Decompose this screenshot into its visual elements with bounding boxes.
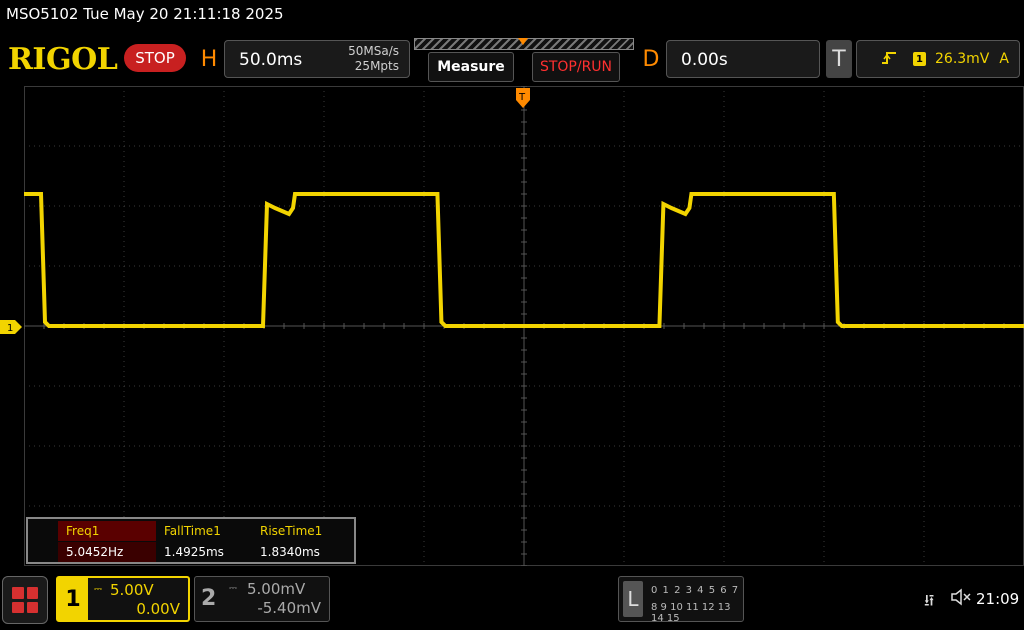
delay-panel[interactable]: 0.00s bbox=[666, 40, 820, 78]
la-channels-row2: 8 9 10 11 12 13 14 15 bbox=[651, 602, 731, 624]
delay-menu-letter[interactable]: D bbox=[638, 40, 664, 78]
run-state-badge[interactable]: STOP bbox=[124, 44, 186, 72]
meas-value-falltime: 1.4925ms bbox=[164, 545, 224, 559]
system-clock: 21:09 bbox=[976, 590, 1020, 608]
ch1-marker-label: 1 bbox=[7, 323, 13, 334]
la-letter: L bbox=[623, 581, 643, 617]
ch2-panel[interactable]: 2 ⎓ 5.00mV -5.40mV bbox=[194, 576, 330, 622]
speaker-muted-icon[interactable] bbox=[950, 588, 972, 606]
dc-coupling-icon: ⎓ bbox=[229, 583, 237, 594]
trigger-source: 1 bbox=[913, 52, 926, 66]
meas-value-freq: 5.0452Hz bbox=[58, 542, 156, 562]
grid-menu-icon bbox=[12, 587, 38, 613]
ch2-number: 2 bbox=[201, 586, 217, 611]
trigger-panel[interactable]: 1 26.3mV A bbox=[856, 40, 1020, 78]
title-bar: MSO5102 Tue May 20 21:11:18 2025 bbox=[0, 0, 1024, 32]
sample-rate: 50MSa/s bbox=[348, 44, 399, 58]
measurement-table[interactable]: Freq1 FallTime1 RiseTime1 5.0452Hz 1.492… bbox=[26, 517, 356, 564]
dc-coupling-icon: ⎓ bbox=[94, 584, 102, 595]
horizontal-panel[interactable]: 50.0ms 50MSa/s 25Mpts bbox=[224, 40, 410, 78]
svg-text:T: T bbox=[518, 92, 526, 103]
la-channels-row1: 0 1 2 3 4 5 6 7 bbox=[651, 585, 740, 596]
timebase-value: 50.0ms bbox=[239, 50, 303, 70]
graticule bbox=[24, 86, 1024, 566]
rigol-logo: RIGOL bbox=[8, 42, 118, 77]
ch1-number: 1 bbox=[58, 578, 88, 620]
acquisition-info: 50MSa/s 25Mpts bbox=[348, 44, 399, 74]
trigger-time-marker-icon[interactable]: T bbox=[516, 88, 530, 108]
trigger-position-pointer-icon bbox=[518, 38, 528, 45]
ch2-scale: 5.00mV bbox=[247, 580, 306, 598]
measure-button[interactable]: Measure bbox=[428, 52, 514, 82]
meas-header-falltime: FallTime1 bbox=[164, 524, 221, 538]
waveform-display[interactable] bbox=[24, 86, 1024, 566]
horizontal-menu-letter[interactable]: H bbox=[196, 40, 222, 78]
trigger-level: 26.3mV bbox=[935, 51, 990, 67]
trigger-mode: A bbox=[999, 51, 1009, 67]
ch1-offset-marker[interactable]: 1 bbox=[0, 320, 22, 334]
ch1-scale: 5.00V bbox=[110, 581, 154, 599]
logic-analyzer-panel[interactable]: L 0 1 2 3 4 5 6 7 8 9 10 11 12 13 14 15 bbox=[618, 576, 744, 624]
usb-icon: ⭿ bbox=[924, 591, 935, 610]
delay-value: 0.00s bbox=[681, 50, 728, 70]
meas-header-freq: Freq1 bbox=[58, 521, 156, 541]
ch2-offset: -5.40mV bbox=[257, 599, 321, 617]
meas-value-risetime: 1.8340ms bbox=[260, 545, 320, 559]
ch1-panel[interactable]: 1 ⎓ 5.00V 0.00V bbox=[56, 576, 190, 622]
ch1-offset: 0.00V bbox=[136, 600, 180, 618]
rising-edge-icon bbox=[881, 50, 897, 70]
memory-depth: 25Mpts bbox=[354, 59, 399, 73]
stop-run-button[interactable]: STOP/RUN bbox=[532, 52, 620, 82]
trigger-menu-letter[interactable]: T bbox=[826, 40, 852, 78]
model-datetime: MSO5102 Tue May 20 21:11:18 2025 bbox=[6, 5, 284, 23]
home-menu-button[interactable] bbox=[2, 576, 48, 624]
meas-header-risetime: RiseTime1 bbox=[260, 524, 323, 538]
